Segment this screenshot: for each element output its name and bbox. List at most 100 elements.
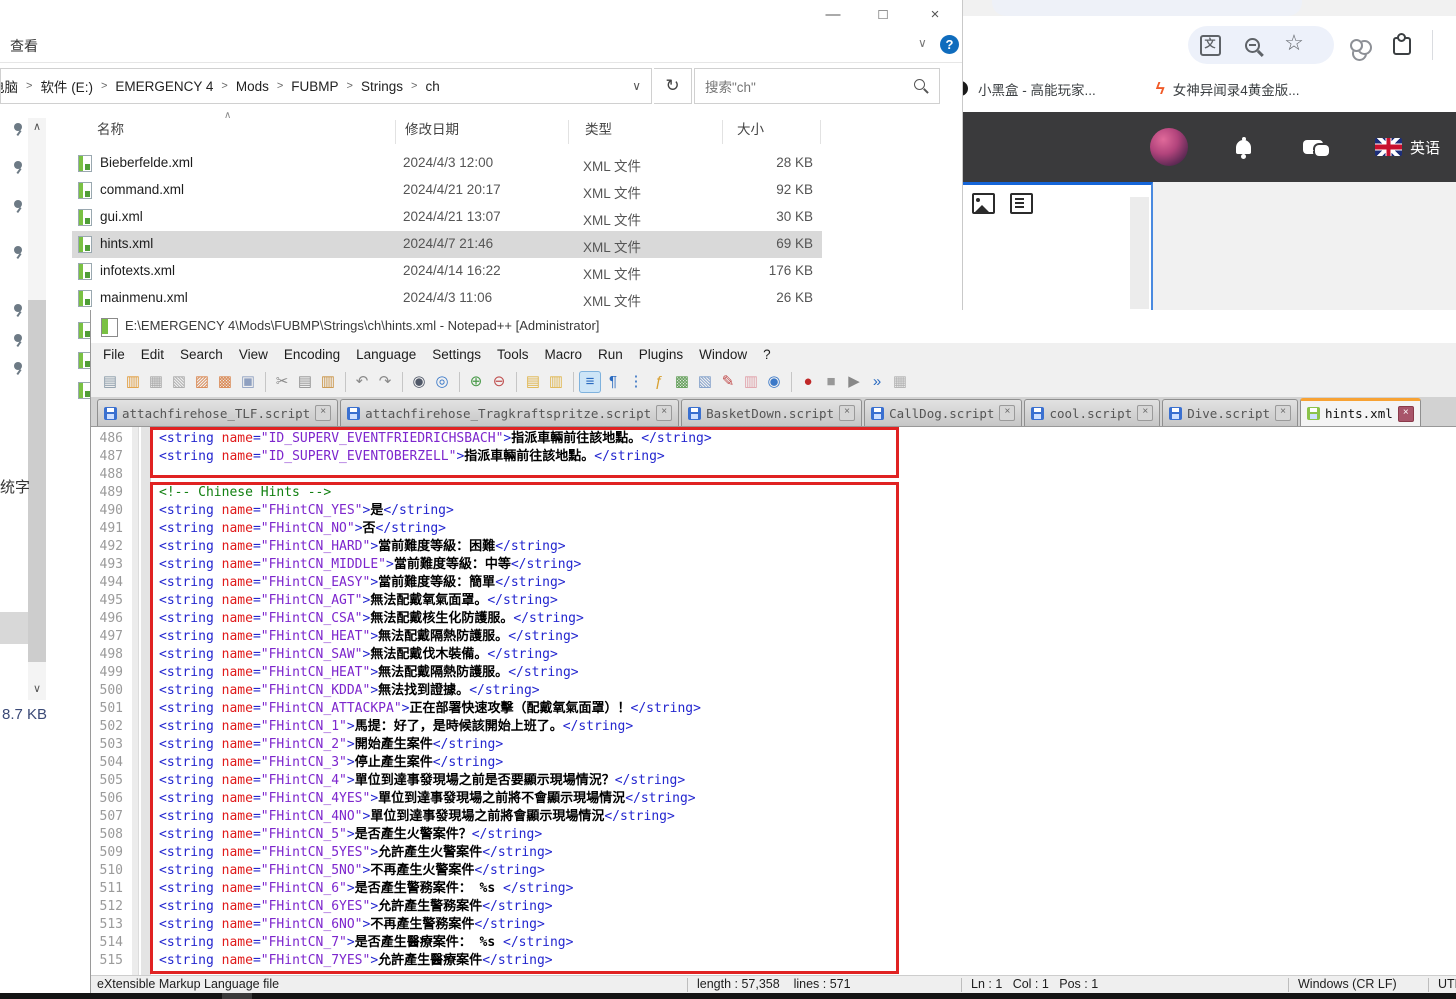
insert-document-icon[interactable] [1010, 193, 1033, 214]
function-list-icon[interactable]: ƒ [648, 371, 670, 393]
tab-hints.xml[interactable]: hints.xml× [1300, 398, 1421, 426]
maximize-button[interactable]: □ [860, 2, 906, 28]
insert-image-icon[interactable] [972, 193, 995, 214]
ribbon-collapse-icon[interactable]: ∨ [918, 36, 927, 50]
table-row[interactable]: mainmenu.xml2024/4/3 11:06XML 文件26 KB [0, 285, 962, 312]
table-row[interactable]: gui.xml2024/4/21 13:07XML 文件30 KB [0, 204, 962, 231]
copy-icon[interactable]: ▤ [294, 371, 316, 393]
menu-help[interactable]: ? [755, 347, 779, 362]
column-header-date[interactable]: 修改日期 [405, 118, 459, 138]
tab-cool.script[interactable]: cool.script× [1024, 399, 1160, 426]
monitoring-icon[interactable]: ◉ [763, 371, 785, 393]
menu-window[interactable]: Window [691, 347, 755, 362]
doc-switcher-icon[interactable]: ▧ [694, 371, 716, 393]
sync-scroll-v-icon[interactable]: ▤ [522, 371, 544, 393]
column-header-name[interactable]: 名称 [97, 118, 124, 138]
macro-save-icon[interactable]: ▦ [889, 371, 911, 393]
folder-workspace-icon[interactable]: ▥ [740, 371, 762, 393]
address-bar[interactable] [992, 0, 1302, 16]
scroll-down-icon[interactable]: ∨ [33, 682, 41, 695]
nav-item-fragment[interactable]: 统字 [0, 476, 30, 497]
run-script-icon[interactable]: ✎ [717, 371, 739, 393]
tab-Dive.script[interactable]: Dive.script× [1162, 399, 1298, 426]
close-icon[interactable]: × [999, 405, 1015, 421]
bookmark-item[interactable]: 小黑盒 - 高能玩家... [978, 79, 1096, 99]
refresh-button[interactable]: ↻ [654, 68, 692, 104]
tab-attachfirehose_Tragkraftspritze.script[interactable]: attachfirehose_Tragkraftspritze.script× [340, 399, 679, 426]
bookmark-star-icon[interactable]: ☆ [1280, 29, 1308, 57]
breadcrumb-item[interactable]: Mods [230, 79, 275, 94]
zoom-in-icon[interactable]: ⊕ [465, 371, 487, 393]
avatar[interactable] [1150, 128, 1188, 166]
save-all-icon[interactable]: ▧ [168, 371, 190, 393]
print-icon[interactable]: ▣ [237, 371, 259, 393]
menu-macro[interactable]: Macro [537, 347, 591, 362]
save-icon[interactable]: ▦ [145, 371, 167, 393]
word-wrap-icon[interactable]: ≡ [579, 371, 601, 393]
tab-BasketDown.script[interactable]: BasketDown.script× [681, 399, 862, 426]
help-button[interactable]: ? [940, 35, 959, 54]
breadcrumb-item[interactable]: 软件 (E:) [34, 76, 99, 96]
close-icon[interactable]: × [1275, 405, 1291, 421]
close-doc-icon[interactable]: ▨ [191, 371, 213, 393]
search-input[interactable] [703, 71, 897, 103]
breadcrumb-dropdown-icon[interactable]: ∨ [632, 79, 641, 93]
menu-settings[interactable]: Settings [424, 347, 489, 362]
language-flag-icon[interactable] [1375, 138, 1402, 156]
breadcrumb-item[interactable]: EMERGENCY 4 [109, 79, 219, 94]
menu-tools[interactable]: Tools [489, 347, 537, 362]
show-all-chars-icon[interactable]: ¶ [602, 371, 624, 393]
breadcrumb-item[interactable]: ch [419, 79, 445, 94]
macro-record-icon[interactable]: ● [797, 371, 819, 393]
macro-multi-run-icon[interactable]: » [866, 371, 888, 393]
panel-scrollbar[interactable] [1130, 197, 1149, 309]
column-header-size[interactable]: 大小 [737, 118, 764, 138]
breadcrumb-item[interactable]: Strings [355, 79, 409, 94]
undo-icon[interactable]: ↶ [351, 371, 373, 393]
minimize-button[interactable]: — [810, 2, 856, 28]
menu-file[interactable]: File [95, 347, 133, 362]
language-label[interactable]: 英语 [1410, 137, 1440, 158]
replace-icon[interactable]: ◎ [431, 371, 453, 393]
tab-attachfirehose_TLF.script[interactable]: attachfirehose_TLF.script× [97, 399, 338, 426]
column-header-type[interactable]: 类型 [585, 118, 612, 138]
close-icon[interactable]: × [839, 405, 855, 421]
open-file-icon[interactable]: ▥ [122, 371, 144, 393]
table-row[interactable]: infotexts.xml2024/4/14 16:22XML 文件176 KB [0, 258, 962, 285]
bookmark-item[interactable]: 女神异闻录4黄金版... [1173, 79, 1300, 99]
table-row[interactable]: Bieberfelde.xml2024/4/3 12:00XML 文件28 KB [0, 150, 962, 177]
extensions-puzzle-icon[interactable] [1388, 32, 1416, 60]
macro-play-icon[interactable]: ▶ [843, 371, 865, 393]
find-icon[interactable]: ◉ [408, 371, 430, 393]
doc-map-icon[interactable]: ▩ [671, 371, 693, 393]
menu-plugins[interactable]: Plugins [631, 347, 691, 362]
table-row[interactable]: hints.xml2024/4/7 21:46XML 文件69 KB [0, 231, 962, 258]
profile-blob-icon[interactable] [1342, 31, 1370, 59]
close-button[interactable]: × [912, 2, 958, 28]
cut-icon[interactable]: ✂ [271, 371, 293, 393]
menu-language[interactable]: Language [348, 347, 424, 362]
menu-edit[interactable]: Edit [133, 347, 172, 362]
translate-icon[interactable]: 文 [1196, 31, 1224, 59]
macro-stop-icon[interactable]: ■ [820, 371, 842, 393]
scroll-up-icon[interactable]: ∧ [33, 120, 41, 133]
indent-guide-icon[interactable]: ⋮ [625, 371, 647, 393]
zoom-out-icon[interactable]: ⊖ [488, 371, 510, 393]
close-icon[interactable]: × [1398, 406, 1414, 422]
close-icon[interactable]: × [656, 405, 672, 421]
close-icon[interactable]: × [315, 405, 331, 421]
close-icon[interactable]: × [1137, 405, 1153, 421]
new-file-icon[interactable]: ▤ [99, 371, 121, 393]
paste-icon[interactable]: ▥ [317, 371, 339, 393]
tab-CallDog.script[interactable]: CallDog.script× [864, 399, 1022, 426]
messages-chat-icon[interactable] [1303, 140, 1323, 154]
nav-scrollbar-thumb[interactable] [28, 300, 46, 662]
zoom-out-icon[interactable] [1238, 31, 1266, 59]
tab-view[interactable]: 查看 [10, 36, 38, 56]
menu-encoding[interactable]: Encoding [276, 347, 348, 362]
menu-search[interactable]: Search [172, 347, 231, 362]
breadcrumb-item[interactable]: 电脑 [0, 76, 24, 96]
menu-run[interactable]: Run [590, 347, 631, 362]
breadcrumb-item[interactable]: FUBMP [285, 79, 344, 94]
menu-view[interactable]: View [231, 347, 276, 362]
